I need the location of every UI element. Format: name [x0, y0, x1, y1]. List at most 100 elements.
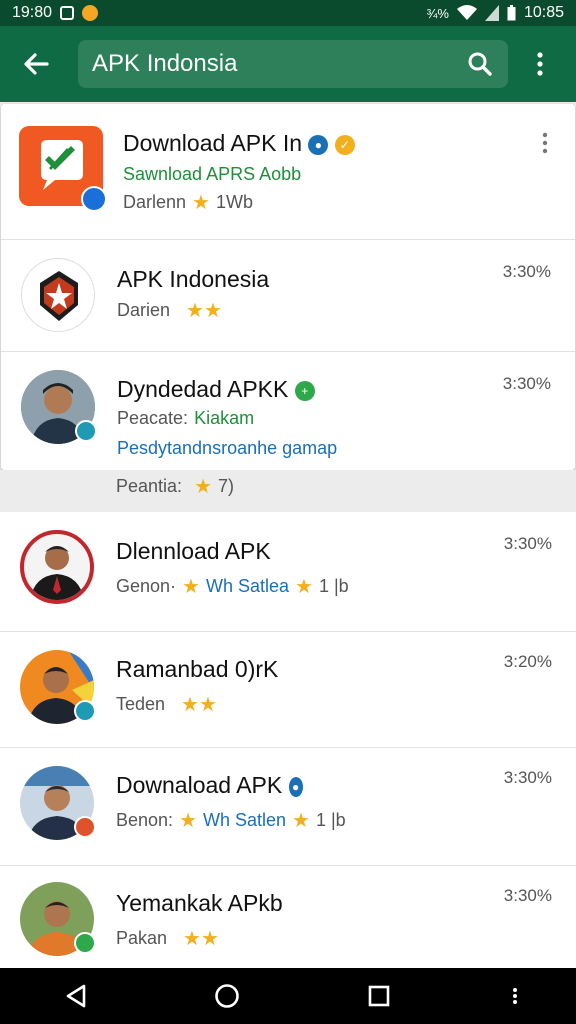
- section-value: 7): [218, 476, 235, 496]
- avatar: [20, 530, 94, 604]
- status-bar: 19:80 ¾% 10:85: [0, 0, 576, 26]
- result-meta-label: Darlenn: [123, 192, 187, 212]
- result-meta-value: 1Wb: [215, 192, 253, 212]
- result-row[interactable]: APK Indonesia 3:30% Darien ★★: [1, 240, 575, 352]
- star-icon: ★★: [186, 299, 222, 322]
- nav-home-button[interactable]: [197, 968, 257, 1024]
- avatar: [21, 258, 95, 332]
- search-box[interactable]: APK Indonsia: [78, 40, 508, 88]
- status-time-right: 10:85: [523, 4, 564, 21]
- status-right: ¾% 10:85: [427, 4, 564, 22]
- notification-icon: [60, 6, 75, 20]
- triangle-back-icon: [66, 984, 86, 1008]
- arrow-left-icon: [24, 53, 49, 75]
- result-title: Downaload APK ●: [116, 772, 303, 799]
- result-title: Ramanbad 0)rK: [116, 656, 279, 682]
- result-meta-value: 1 |b: [318, 576, 349, 596]
- signal-icon: [484, 5, 499, 21]
- blue-badge-icon: ●: [308, 134, 329, 155]
- result-row[interactable]: Ramanbad 0)rK 3:20% Teden ★★: [0, 632, 576, 748]
- result-meta-value: 1 |b: [315, 810, 346, 830]
- app-badge-icon: [75, 420, 97, 442]
- green-badge-icon: +: [294, 380, 315, 401]
- star-icon: ★: [295, 575, 313, 598]
- circle-home-icon: [215, 984, 240, 1008]
- row-menu-button[interactable]: [541, 132, 553, 158]
- section-label: Peantia: ★ 7): [116, 476, 234, 497]
- app-badge-icon: [74, 932, 96, 954]
- result-title: APK Indonesia: [117, 266, 270, 292]
- result-row[interactable]: Dyndedad APKK + 3:30% Peacate: Kiakam Pe…: [1, 352, 575, 470]
- star-icon: ★★: [181, 693, 217, 716]
- result-meta-mid: Wh Satlen: [203, 810, 287, 830]
- result-row[interactable]: Downaload APK ● 3:30% Benon: ★ Wh Satlen…: [0, 748, 576, 866]
- result-title: Download APK In ● ✓: [123, 130, 355, 157]
- overflow-menu-button[interactable]: [520, 42, 560, 86]
- result-meta: Benon: ★ Wh Satlen ★ 1 |b: [116, 810, 346, 831]
- result-meta-label: Darien: [117, 300, 171, 320]
- search-button[interactable]: [464, 48, 496, 80]
- nav-back-button[interactable]: [46, 968, 106, 1024]
- result-subtitle: Sawnload APRS Aobb: [123, 164, 302, 184]
- result-meta: Pakan ★★: [116, 928, 219, 949]
- result-time: 3:30%: [503, 886, 552, 905]
- result-meta: Peacate: Kiakam: [117, 408, 254, 429]
- result-title-text: Dyndedad APKK: [117, 376, 289, 402]
- results-card: Download APK In ● ✓ Sawnload APRS Aobb D…: [1, 104, 575, 470]
- result-title-text: Download APK In: [123, 130, 303, 156]
- avatar: [21, 370, 97, 444]
- more-vert-icon: [542, 132, 548, 154]
- result-meta: Darien ★★: [117, 300, 222, 321]
- section-label-text: Peantia:: [116, 476, 183, 496]
- result-title-text: Downaload APK: [116, 772, 283, 798]
- result-meta-mid: Wh Satlea: [205, 576, 290, 596]
- result-meta-label: Pakan: [116, 928, 168, 948]
- star-icon: ★★: [183, 927, 219, 950]
- star-icon: ★: [182, 575, 200, 598]
- section-strip: Peantia: ★ 7): [0, 470, 576, 512]
- app-bar: APK Indonsia: [0, 26, 576, 102]
- result-meta-label: Teden: [116, 694, 166, 714]
- result-time: 3:30%: [502, 262, 551, 281]
- result-meta: Darlenn ★ 1Wb: [123, 192, 253, 213]
- result-time: 3:20%: [503, 652, 552, 671]
- more-vert-icon: [513, 988, 518, 1004]
- star-icon: ★: [292, 809, 310, 832]
- result-description: Pesdytandnsroanhe gamap: [117, 438, 338, 458]
- result-title: Dyndedad APKK +: [117, 376, 315, 403]
- app-badge-icon: [74, 816, 96, 838]
- navigation-bar: [0, 968, 576, 1024]
- results-list-lower: Dlennload APK 3:30% Genon· ★ Wh Satlea ★…: [0, 512, 576, 970]
- search-icon: [468, 52, 492, 76]
- nav-recents-button[interactable]: [349, 968, 409, 1024]
- gold-badge-icon: ✓: [334, 134, 355, 155]
- avatar: [20, 766, 96, 840]
- result-time: 3:30%: [502, 374, 551, 393]
- result-row[interactable]: Yemankak APkb 3:30% Pakan ★★: [0, 866, 576, 970]
- star-icon: ★: [179, 809, 197, 832]
- search-input[interactable]: APK Indonsia: [92, 50, 464, 78]
- nav-menu-button[interactable]: [500, 968, 530, 1024]
- result-meta-value: Kiakam: [194, 408, 255, 428]
- signal-text: ¾%: [426, 5, 449, 21]
- blue-badge-icon: ●: [288, 776, 303, 797]
- app-badge-icon: [74, 700, 96, 722]
- back-button[interactable]: [14, 42, 58, 86]
- result-meta-label: Genon·: [116, 576, 177, 596]
- avatar: [20, 650, 96, 724]
- result-row-featured[interactable]: Download APK In ● ✓ Sawnload APRS Aobb D…: [1, 104, 575, 240]
- result-meta-label: Peacate:: [117, 408, 189, 428]
- status-left: 19:80: [12, 4, 99, 22]
- result-row[interactable]: Dlennload APK 3:30% Genon· ★ Wh Satlea ★…: [0, 512, 576, 632]
- verified-badge-icon: [81, 186, 107, 212]
- result-time: 3:30%: [503, 534, 552, 553]
- square-recents-icon: [368, 985, 390, 1007]
- app-icon: [19, 126, 107, 212]
- more-vert-icon: [537, 52, 543, 76]
- result-meta: Teden ★★: [116, 694, 217, 715]
- wifi-icon: [456, 5, 477, 21]
- app-notification-icon: [82, 5, 99, 21]
- battery-icon: [507, 5, 516, 21]
- result-meta: Genon· ★ Wh Satlea ★ 1 |b: [116, 576, 349, 597]
- result-time: 3:30%: [503, 768, 552, 787]
